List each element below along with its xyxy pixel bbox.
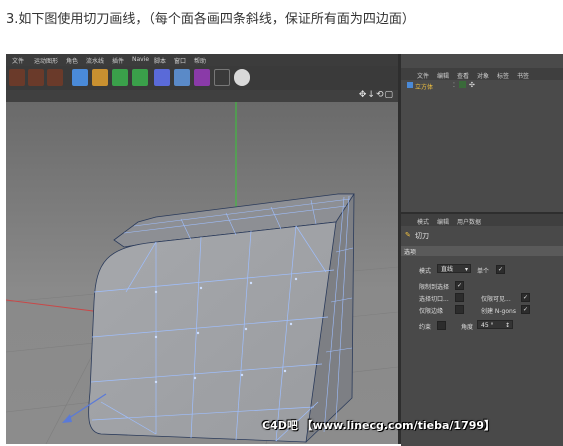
edges-only-checkbox[interactable] xyxy=(455,305,464,314)
c4d-window: 文件 运动图形 角色 流水线 插件 Navie 脚本 窗口 帮助 ✥↓⟲▢ 文件… xyxy=(6,54,563,446)
tab-mode[interactable]: 模式 xyxy=(417,217,429,226)
edges-only-label: 仅限边缘 xyxy=(419,308,444,315)
constrain-label: 约束 xyxy=(419,324,432,331)
camera-icon[interactable] xyxy=(214,69,230,86)
attribute-manager: 模式 编辑 用户数据 ✎ 切刀 选项 模式 直线 ▾ 单个 ✓ 限制到选择 ✓ … xyxy=(401,212,563,446)
angle-value: 45 ° xyxy=(481,322,494,329)
menu-item-script[interactable]: 脚本 xyxy=(154,56,166,65)
mode-label: 模式 xyxy=(419,268,432,275)
chevron-down-icon: ▾ xyxy=(464,266,468,273)
visible-only-label: 仅限可见... xyxy=(481,296,511,303)
single-label: 单个 xyxy=(477,268,490,275)
environment-icon[interactable] xyxy=(194,69,210,86)
menu-item-window[interactable]: 窗口 xyxy=(174,56,186,65)
single-checkbox[interactable]: ✓ xyxy=(496,265,505,274)
viewport-canvas xyxy=(6,102,398,444)
mode-value: 直线 xyxy=(441,266,454,273)
main-menubar: 文件 运动图形 角色 流水线 插件 Navie 脚本 窗口 帮助 xyxy=(6,54,398,66)
cube-front-face xyxy=(88,221,337,443)
options-section-bar[interactable]: 选项 xyxy=(401,246,563,256)
om-menu-object[interactable]: 对象 xyxy=(477,71,489,80)
create-ngons-label: 创建 N-gons xyxy=(481,308,516,315)
menu-item-plugins[interactable]: 插件 xyxy=(112,56,124,65)
deformer-icon[interactable] xyxy=(154,69,170,86)
knife-icon: ✎ xyxy=(405,231,411,239)
floor-icon[interactable] xyxy=(174,69,190,86)
restrict-label: 限制到选择 xyxy=(419,284,450,291)
restrict-checkbox[interactable]: ✓ xyxy=(455,281,464,290)
watermark: C4D吧 【www.linecg.com/tieba/1799】 xyxy=(262,419,496,432)
options-section-label: 选项 xyxy=(404,249,417,256)
tab-edit[interactable]: 编辑 xyxy=(437,217,449,226)
create-ngons-checkbox[interactable]: ✓ xyxy=(521,305,530,314)
phong-tag-icon[interactable] xyxy=(459,81,466,88)
viewport-nav-icons[interactable]: ✥↓⟲▢ xyxy=(359,90,394,100)
select-cuts-checkbox[interactable] xyxy=(455,293,464,302)
menu-item-pipeline[interactable]: 流水线 xyxy=(86,56,104,65)
main-toolbar xyxy=(6,66,398,91)
menu-item-mograph[interactable]: 运动图形 xyxy=(34,56,58,65)
render-settings-icon[interactable] xyxy=(47,69,63,86)
viewport-header: ✥↓⟲▢ xyxy=(6,90,398,102)
om-menu-view[interactable]: 查看 xyxy=(457,71,469,80)
render-view-icon[interactable] xyxy=(9,69,25,86)
menu-item-character[interactable]: 角色 xyxy=(66,56,78,65)
render-picture-icon[interactable] xyxy=(28,69,44,86)
om-menu-bookmarks[interactable]: 书签 xyxy=(517,71,529,80)
perspective-viewport[interactable] xyxy=(6,102,398,444)
angle-field[interactable]: 45 ° ↕ xyxy=(477,320,513,329)
om-menu-file[interactable]: 文件 xyxy=(417,71,429,80)
mode-dropdown[interactable]: 直线 ▾ xyxy=(437,264,471,273)
object-name[interactable]: 立方体 xyxy=(415,82,433,91)
light-icon[interactable] xyxy=(234,69,250,86)
object-row-cube[interactable]: 立方体 ⁚ ✣ xyxy=(401,80,563,92)
om-menu-edit[interactable]: 编辑 xyxy=(437,71,449,80)
material-tag-icon[interactable]: ✣ xyxy=(469,81,475,89)
tool-name: 切刀 xyxy=(415,232,429,240)
menu-item-navie[interactable]: Navie xyxy=(132,56,149,63)
constrain-checkbox[interactable] xyxy=(437,321,446,330)
tab-user-data[interactable]: 用户数据 xyxy=(457,217,481,226)
cube-icon[interactable] xyxy=(72,69,88,86)
attribute-tabs: 模式 编辑 用户数据 xyxy=(401,214,563,226)
array-icon[interactable] xyxy=(132,69,148,86)
object-manager-menu: 文件 编辑 查看 对象 标签 书签 xyxy=(401,68,563,80)
visibility-dots-icon[interactable]: ⁚ xyxy=(453,82,455,89)
tutorial-caption: 3.如下图使用切刀画线，（每个面各画四条斜线，保证所有面为四边面） xyxy=(6,12,415,27)
select-cuts-label: 选择切口... xyxy=(419,296,449,303)
menu-item-help[interactable]: 帮助 xyxy=(194,56,206,65)
angle-label: 角度 xyxy=(461,324,474,331)
pen-spline-icon[interactable] xyxy=(92,69,108,86)
right-panel: 文件 编辑 查看 对象 标签 书签 立方体 ⁚ ✣ 模式 编辑 用户数据 ✎ 切… xyxy=(401,54,563,446)
cube-object-icon xyxy=(407,82,413,88)
visible-only-checkbox[interactable]: ✓ xyxy=(521,293,530,302)
stepper-icon[interactable]: ↕ xyxy=(505,321,510,330)
tool-title-row: ✎ 切刀 xyxy=(401,228,563,242)
om-menu-tags[interactable]: 标签 xyxy=(497,71,509,80)
subdivision-icon[interactable] xyxy=(112,69,128,86)
menu-item-file[interactable]: 文件 xyxy=(12,56,24,65)
